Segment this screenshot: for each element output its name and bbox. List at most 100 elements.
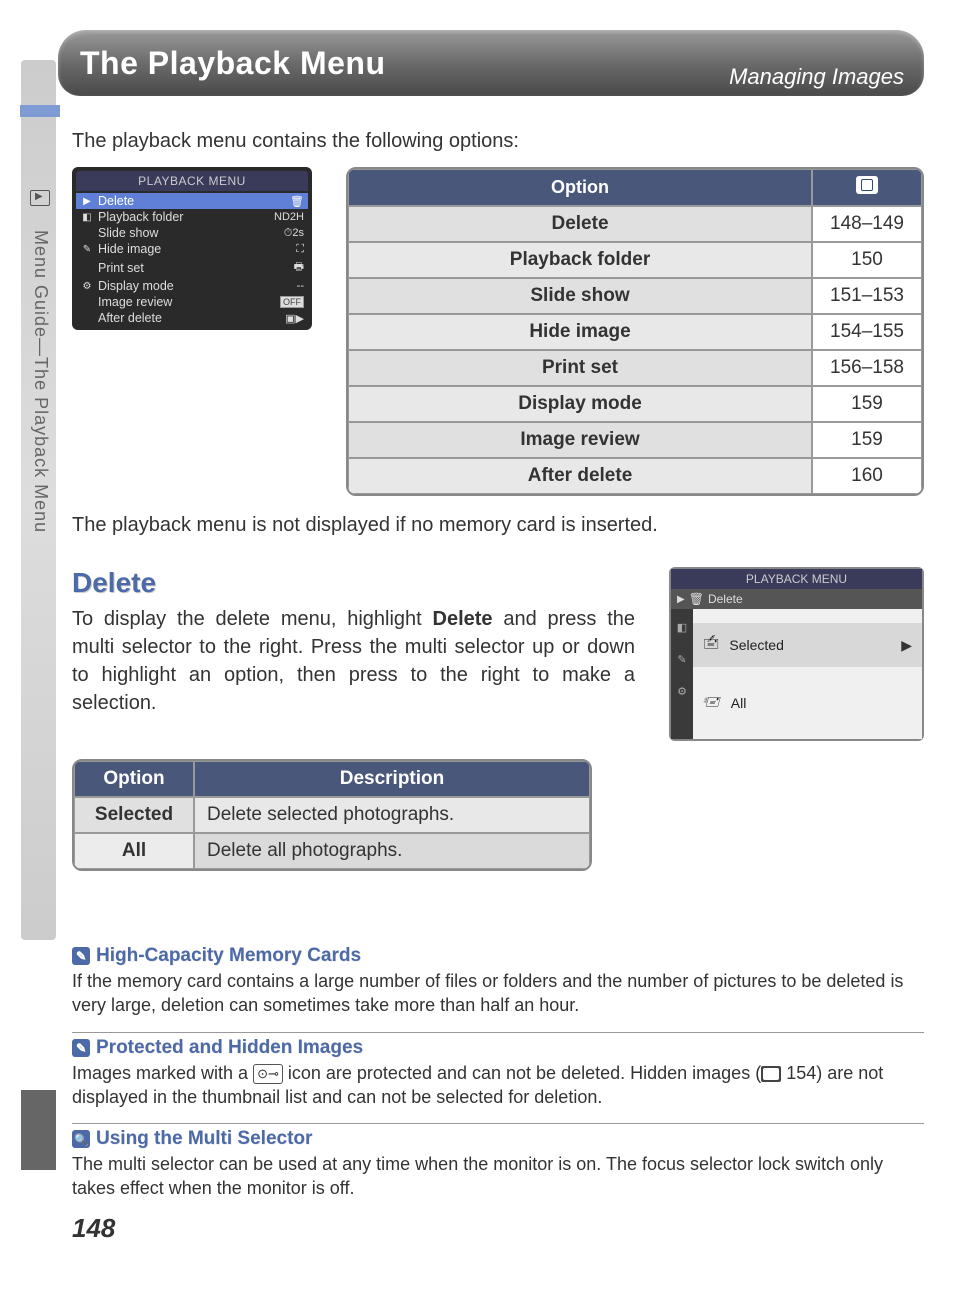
opt-name: Slide show — [348, 278, 812, 314]
opt-name: Hide image — [348, 314, 812, 350]
cam-row: Image review OFF — [76, 294, 308, 310]
page-subtitle: Managing Images — [729, 64, 904, 90]
cam-row-value: ⏱2s — [284, 227, 304, 240]
delete-options-table: Option Description Selected Delete selec… — [72, 759, 592, 871]
table-row: Hide image154–155 — [348, 314, 922, 350]
cam2-body: ◧ ✎ ⚙ 🖆 Selected ▶ 🖅 — [671, 609, 922, 739]
wrench-tab-icon: ⚙ — [671, 675, 693, 707]
table-row: Print set156–158 — [348, 350, 922, 386]
intro2-text: The playback menu is not displayed if no… — [72, 514, 924, 537]
note-text: Images marked with a — [72, 1063, 253, 1083]
play-tab-icon: ▶ — [80, 196, 94, 207]
cam-row-label: Delete — [94, 194, 290, 208]
table-row: Selected Delete selected photographs. — [74, 797, 590, 833]
opt-name: After delete — [348, 458, 812, 494]
play-tab-icon: ▶ — [677, 594, 685, 605]
sidebar-label: Menu Guide—The Playback Menu — [30, 230, 51, 533]
selected-icon: 🖆 — [703, 633, 719, 657]
cam-row: ▶ Delete 🗑 — [76, 193, 308, 209]
opt-pages: 154–155 — [812, 314, 922, 350]
table-row: Playback folder150 — [348, 242, 922, 278]
cam-row: Print set 🖶 — [76, 257, 308, 278]
top-row: PLAYBACK MENU ▶ Delete 🗑 ◧ Playback fold… — [72, 167, 924, 496]
opt-pages: 151–153 — [812, 278, 922, 314]
cam-row-label: Slide show — [94, 226, 284, 240]
del-col-option: Option — [74, 761, 194, 797]
camera-tab-icon: ◧ — [80, 212, 94, 223]
cam2-option-all: 🖅 All — [693, 681, 922, 725]
delete-para-bold: Delete — [433, 608, 493, 630]
note-heading: Protected and Hidden Images — [72, 1032, 924, 1059]
opt-name: Playback folder — [348, 242, 812, 278]
note-heading: High-Capacity Memory Cards — [72, 941, 924, 967]
table-row: Slide show151–153 — [348, 278, 922, 314]
cam-row-label: Image review — [94, 295, 280, 309]
opt-name: Display mode — [348, 386, 812, 422]
cam-row: Slide show ⏱2s — [76, 225, 308, 241]
table-row: Image review159 — [348, 422, 922, 458]
delete-para: To display the delete menu, highlight De… — [72, 605, 635, 717]
cam2-opt-label: Selected — [729, 637, 783, 653]
header-pill: The Playback Menu Managing Images — [58, 30, 924, 96]
cam2-title: PLAYBACK MENU — [671, 569, 922, 589]
opt-pages: 160 — [812, 458, 922, 494]
options-col-pages — [812, 169, 922, 206]
page-ref-icon — [761, 1066, 781, 1082]
options-col-option: Option — [348, 169, 812, 206]
delete-text: Delete To display the delete menu, highl… — [72, 567, 635, 717]
pencil-icon — [72, 947, 90, 965]
options-table: Option Delete148–149 Playback folder150 … — [346, 167, 924, 496]
cam-row-label: Display mode — [94, 279, 297, 293]
del-desc: Delete selected photographs. — [194, 797, 590, 833]
page-title: The Playback Menu — [80, 45, 385, 82]
cam-row-label: After delete — [94, 311, 285, 325]
pencil-icon — [72, 1039, 90, 1057]
del-opt: All — [74, 833, 194, 869]
note-text: icon are protected and can not be delete… — [283, 1063, 761, 1083]
cam-row-label: Hide image — [94, 242, 296, 256]
trash-icon: 🗑 — [290, 195, 304, 208]
chevron-right-icon: ▶ — [901, 637, 912, 654]
camera-menu-screenshot: PLAYBACK MENU ▶ Delete 🗑 ◧ Playback fold… — [72, 167, 312, 330]
del-opt: Selected — [74, 797, 194, 833]
cam-row: After delete ▣▶ — [76, 310, 308, 326]
del-desc: Delete all photographs. — [194, 833, 590, 869]
intro-text: The playback menu contains the following… — [72, 130, 924, 153]
table-row: Delete148–149 — [348, 206, 922, 242]
cam-row-value: 🖶 — [294, 258, 304, 277]
delete-section: Delete To display the delete menu, highl… — [72, 567, 924, 741]
opt-pages: 148–149 — [812, 206, 922, 242]
camera-delete-screenshot: PLAYBACK MENU ▶ 🗑 Delete ◧ ✎ ⚙ 🖆 — [669, 567, 924, 741]
cam-row-value: OFF — [280, 296, 304, 308]
cam-row: ✎ Hide image ⛶ — [76, 241, 308, 257]
opt-pages: 159 — [812, 422, 922, 458]
cam2-subheader: ▶ 🗑 Delete — [671, 589, 922, 609]
pencil-tab-icon: ✎ — [671, 643, 693, 675]
cam-row: ⚙ Display mode -- — [76, 278, 308, 294]
cam-menu-title: PLAYBACK MENU — [76, 171, 308, 191]
opt-pages: 159 — [812, 386, 922, 422]
table-row: Display mode159 — [348, 386, 922, 422]
opt-name: Delete — [348, 206, 812, 242]
header: The Playback Menu Managing Images — [58, 30, 924, 110]
opt-name: Print set — [348, 350, 812, 386]
page: Menu Guide—The Playback Menu The Playbac… — [0, 30, 954, 1284]
all-icon: 🖅 — [703, 691, 721, 715]
note-body: If the memory card contains a large numb… — [72, 969, 924, 1018]
table-row: After delete160 — [348, 458, 922, 494]
notes: High-Capacity Memory Cards If the memory… — [72, 941, 924, 1201]
pencil-tab-icon: ✎ — [80, 244, 94, 255]
protect-key-icon: ⊙⊸ — [253, 1064, 283, 1084]
note-title: Protected and Hidden Images — [96, 1037, 363, 1059]
sidebar-accent — [21, 1090, 56, 1170]
opt-pages: 150 — [812, 242, 922, 278]
cam-row-label: Print set — [94, 261, 294, 275]
cam2-option-selected: 🖆 Selected ▶ — [693, 623, 922, 667]
cam2-opt-label: All — [731, 695, 747, 711]
cam-row-label: Playback folder — [94, 210, 274, 224]
table-row: All Delete all photographs. — [74, 833, 590, 869]
note-body: Images marked with a ⊙⊸ icon are protect… — [72, 1061, 924, 1110]
cam2-options: 🖆 Selected ▶ 🖅 All — [693, 609, 922, 739]
content: The playback menu contains the following… — [72, 130, 924, 1244]
header-accent — [20, 105, 60, 117]
